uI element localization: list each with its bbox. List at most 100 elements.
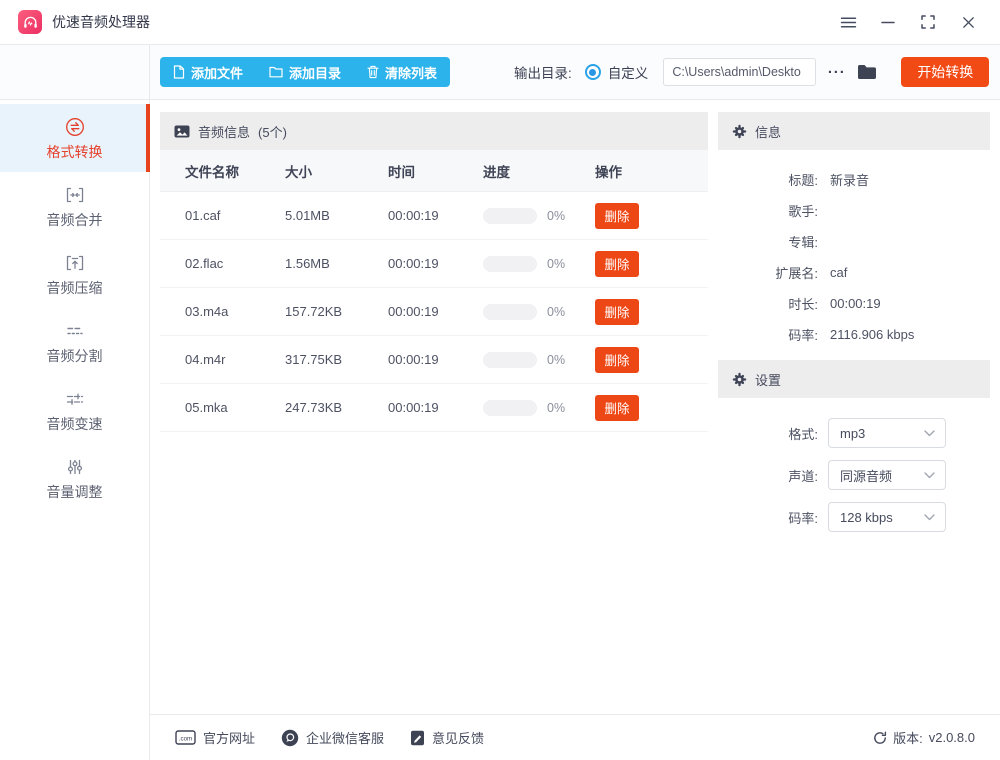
toolbar-main: 添加文件 添加目录 清除列表 输出目录: 自定义 ··· 开始转换: [150, 45, 1000, 99]
file-name: 04.m4r: [185, 352, 285, 367]
info-panel-title: 信息: [755, 122, 781, 141]
sidebar-item-label: 音频分割: [47, 346, 103, 366]
sidebar-item-label: 格式转换: [47, 142, 103, 162]
sidebar: 格式转换 音频合并 音频压缩 音频分割: [0, 100, 150, 760]
version-info: 版本: v2.0.8.0: [873, 728, 975, 747]
progress-percent: 0%: [547, 401, 565, 415]
add-directory-button[interactable]: 添加目录: [256, 57, 354, 87]
browse-more-button[interactable]: ···: [823, 64, 850, 81]
sidebar-item-audio-compress[interactable]: 音频压缩: [0, 240, 149, 308]
field-value: 00:00:19: [830, 296, 881, 311]
col-file-name: 文件名称: [185, 161, 285, 181]
clear-list-button[interactable]: 清除列表: [354, 57, 450, 87]
table-header: 文件名称 大小 时间 进度 操作: [160, 150, 708, 192]
feedback-icon: [410, 730, 425, 746]
file-size: 247.73KB: [285, 400, 388, 415]
version-value: v2.0.8.0: [929, 730, 975, 745]
field-label: 码率:: [718, 325, 818, 344]
file-duration: 00:00:19: [388, 400, 483, 415]
feedback-link[interactable]: 意见反馈: [410, 728, 484, 747]
gear-icon: [732, 372, 747, 387]
audio-speed-icon: [64, 387, 86, 411]
start-convert-button[interactable]: 开始转换: [901, 57, 989, 87]
official-website-link[interactable]: .com 官方网址: [175, 728, 255, 747]
progress-bar: [483, 256, 537, 272]
setting-format: 格式: mp3: [718, 412, 990, 454]
sidebar-item-format-convert[interactable]: 格式转换: [0, 104, 149, 172]
file-duration: 00:00:19: [388, 208, 483, 223]
field-label: 码率:: [718, 508, 818, 527]
field-label: 时长:: [718, 294, 818, 313]
trash-icon: [367, 65, 379, 79]
progress-percent: 0%: [547, 209, 565, 223]
close-icon[interactable]: [948, 6, 988, 38]
progress-percent: 0%: [547, 305, 565, 319]
audio-list-panel: 音频信息 (5个) 文件名称 大小 时间 进度 操作 01.caf 5.01MB…: [160, 112, 708, 702]
add-file-button[interactable]: 添加文件: [160, 57, 256, 87]
audio-split-icon: [64, 319, 86, 343]
window-controls: [828, 6, 988, 38]
file-name: 05.mka: [185, 400, 285, 415]
field-value: 2116.906 kbps: [830, 327, 914, 342]
folder-icon: [269, 66, 283, 78]
file-size: 5.01MB: [285, 208, 388, 223]
table-row: 01.caf 5.01MB 00:00:19 0% 删除: [160, 192, 708, 240]
gear-icon: [732, 124, 747, 139]
website-icon: .com: [175, 730, 196, 745]
file-duration: 00:00:19: [388, 352, 483, 367]
format-select-value: mp3: [840, 426, 924, 441]
settings-panel-header: 设置: [718, 360, 990, 398]
settings-panel-title: 设置: [755, 370, 781, 389]
file-name: 03.m4a: [185, 304, 285, 319]
info-field-artist: 歌手:: [718, 195, 990, 226]
info-fields: 标题: 新录音 歌手: 专辑: 扩展名: caf 时长: 00:00:19 码率…: [718, 150, 990, 360]
audio-info-icon: [174, 125, 190, 138]
file-name: 01.caf: [185, 208, 285, 223]
channel-select[interactable]: 同源音频: [828, 460, 946, 490]
update-refresh-icon[interactable]: [873, 731, 887, 745]
progress-bar: [483, 208, 537, 224]
delete-button[interactable]: 删除: [595, 347, 639, 373]
format-select[interactable]: mp3: [828, 418, 946, 448]
wechat-label: 企业微信客服: [306, 728, 384, 747]
sidebar-item-audio-merge[interactable]: 音频合并: [0, 172, 149, 240]
field-label: 歌手:: [718, 201, 818, 220]
info-field-bitrate: 码率: 2116.906 kbps: [718, 319, 990, 350]
field-label: 格式:: [718, 424, 818, 443]
info-field-duration: 时长: 00:00:19: [718, 288, 990, 319]
wechat-support-link[interactable]: 企业微信客服: [281, 728, 384, 747]
delete-button[interactable]: 删除: [595, 395, 639, 421]
open-folder-icon[interactable]: [857, 64, 877, 80]
sidebar-item-audio-split[interactable]: 音频分割: [0, 308, 149, 376]
custom-radio-label[interactable]: 自定义: [608, 62, 649, 82]
bitrate-select[interactable]: 128 kbps: [828, 502, 946, 532]
minimize-icon[interactable]: [868, 6, 908, 38]
table-row: 05.mka 247.73KB 00:00:19 0% 删除: [160, 384, 708, 432]
file-icon: [173, 65, 185, 79]
file-name: 02.flac: [185, 256, 285, 271]
sidebar-item-volume-adjust[interactable]: 音量调整: [0, 444, 149, 512]
delete-button[interactable]: 删除: [595, 203, 639, 229]
table-row: 04.m4r 317.75KB 00:00:19 0% 删除: [160, 336, 708, 384]
sidebar-item-label: 音频变速: [47, 414, 103, 434]
progress-bar: [483, 304, 537, 320]
sidebar-item-audio-speed[interactable]: 音频变速: [0, 376, 149, 444]
maximize-icon[interactable]: [908, 6, 948, 38]
table-row: 02.flac 1.56MB 00:00:19 0% 删除: [160, 240, 708, 288]
menu-icon[interactable]: [828, 6, 868, 38]
setting-channel: 声道: 同源音频: [718, 454, 990, 496]
sidebar-item-label: 音频合并: [47, 210, 103, 230]
delete-button[interactable]: 删除: [595, 299, 639, 325]
version-label: 版本:: [893, 728, 923, 747]
col-action: 操作: [595, 161, 708, 181]
field-value: caf: [830, 265, 847, 280]
progress-percent: 0%: [547, 257, 565, 271]
output-path-input[interactable]: [663, 58, 816, 86]
custom-radio[interactable]: [585, 64, 601, 80]
field-label: 扩展名:: [718, 263, 818, 282]
website-label: 官方网址: [203, 728, 255, 747]
audio-list-header: 音频信息 (5个): [160, 112, 708, 150]
toolbar: 添加文件 添加目录 清除列表 输出目录: 自定义 ··· 开始转换: [0, 45, 1000, 100]
audio-list-title: 音频信息: [198, 122, 250, 141]
delete-button[interactable]: 删除: [595, 251, 639, 277]
